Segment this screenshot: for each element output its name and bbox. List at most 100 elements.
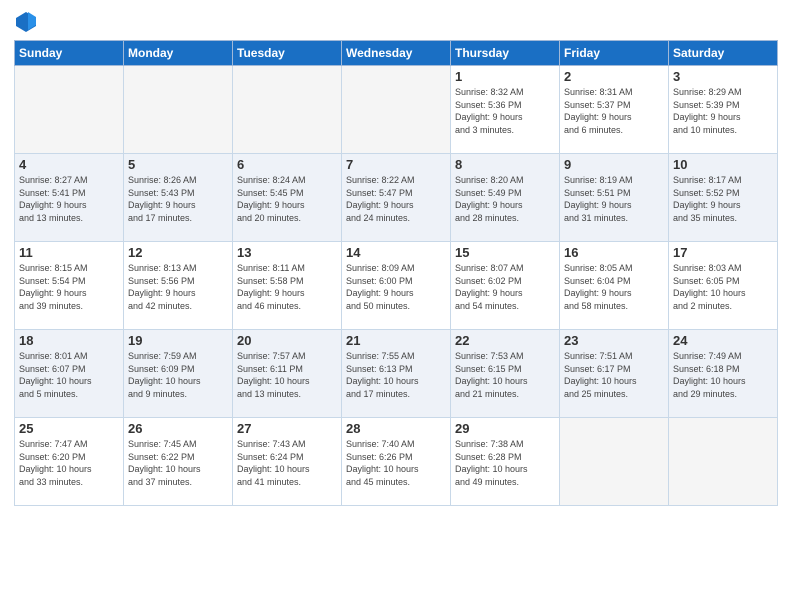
table-row: 14 Sunrise: 8:09 AM Sunset: 6:00 PM Dayli… <box>342 242 451 330</box>
day-number: 1 <box>455 69 555 84</box>
day-info: Sunrise: 7:45 AM Sunset: 6:22 PM Dayligh… <box>128 438 228 488</box>
table-row <box>342 66 451 154</box>
day-number: 6 <box>237 157 337 172</box>
table-row: 19Sunrise: 7:59 AM Sunset: 6:09 PM Dayli… <box>124 330 233 418</box>
day-info: Sunrise: 8:13 AM Sunset: 5:56 PM Dayligh… <box>128 262 228 312</box>
day-info: Sunrise: 8:29 AM Sunset: 5:39 PM Dayligh… <box>673 86 773 136</box>
day-info: Sunrise: 7:57 AM Sunset: 6:11 PM Dayligh… <box>237 350 337 400</box>
calendar-week-row: 18 Sunrise: 8:01 AM Sunset: 6:07 PM Dayli… <box>15 330 778 418</box>
day-number: 18 <box>19 333 119 348</box>
day-number: 29 <box>455 421 555 436</box>
day-number: 12 <box>128 245 228 260</box>
col-tuesday: Tuesday <box>233 41 342 66</box>
day-number: 22 <box>455 333 555 348</box>
day-number: 7 <box>346 157 446 172</box>
table-row: 20Sunrise: 7:57 AM Sunset: 6:11 PM Dayli… <box>233 330 342 418</box>
table-row <box>560 418 669 506</box>
day-info: Sunrise: 7:38 AM Sunset: 6:28 PM Dayligh… <box>455 438 555 488</box>
day-number: 15 <box>455 245 555 260</box>
logo <box>14 10 42 34</box>
day-number: 24 <box>673 333 773 348</box>
table-row: 22 Sunrise: 7:53 AM Sunset: 6:15 PM Dayli… <box>451 330 560 418</box>
table-row: 3 Sunrise: 8:29 AM Sunset: 5:39 PM Daylig… <box>669 66 778 154</box>
table-row: 10 Sunrise: 8:17 AM Sunset: 5:52 PM Dayli… <box>669 154 778 242</box>
day-info: Sunrise: 7:53 AM Sunset: 6:15 PM Dayligh… <box>455 350 555 400</box>
day-info: Sunrise: 7:47 AM Sunset: 6:20 PM Dayligh… <box>19 438 119 488</box>
table-row <box>669 418 778 506</box>
table-row: 25 Sunrise: 7:47 AM Sunset: 6:20 PM Dayli… <box>15 418 124 506</box>
day-info: Sunrise: 8:01 AM Sunset: 6:07 PM Dayligh… <box>19 350 119 400</box>
calendar-page: Sunday Monday Tuesday Wednesday Thursday… <box>0 0 792 612</box>
table-row: 21 Sunrise: 7:55 AM Sunset: 6:13 PM Dayli… <box>342 330 451 418</box>
table-row: 24 Sunrise: 7:49 AM Sunset: 6:18 PM Dayli… <box>669 330 778 418</box>
table-row: 11 Sunrise: 8:15 AM Sunset: 5:54 PM Dayli… <box>15 242 124 330</box>
table-row: 28Sunrise: 7:40 AM Sunset: 6:26 PM Dayli… <box>342 418 451 506</box>
table-row: 18 Sunrise: 8:01 AM Sunset: 6:07 PM Dayli… <box>15 330 124 418</box>
day-info: Sunrise: 8:15 AM Sunset: 5:54 PM Dayligh… <box>19 262 119 312</box>
col-thursday: Thursday <box>451 41 560 66</box>
day-info: Sunrise: 8:31 AM Sunset: 5:37 PM Dayligh… <box>564 86 664 136</box>
day-info: Sunrise: 7:49 AM Sunset: 6:18 PM Dayligh… <box>673 350 773 400</box>
day-info: Sunrise: 8:24 AM Sunset: 5:45 PM Dayligh… <box>237 174 337 224</box>
table-row: 29 Sunrise: 7:38 AM Sunset: 6:28 PM Dayli… <box>451 418 560 506</box>
table-row: 26 Sunrise: 7:45 AM Sunset: 6:22 PM Dayli… <box>124 418 233 506</box>
table-row: 4 Sunrise: 8:27 AM Sunset: 5:41 PM Daylig… <box>15 154 124 242</box>
col-saturday: Saturday <box>669 41 778 66</box>
table-row: 16 Sunrise: 8:05 AM Sunset: 6:04 PM Dayli… <box>560 242 669 330</box>
day-number: 25 <box>19 421 119 436</box>
day-info: Sunrise: 8:32 AM Sunset: 5:36 PM Dayligh… <box>455 86 555 136</box>
day-info: Sunrise: 8:05 AM Sunset: 6:04 PM Dayligh… <box>564 262 664 312</box>
day-info: Sunrise: 8:07 AM Sunset: 6:02 PM Dayligh… <box>455 262 555 312</box>
day-number: 27 <box>237 421 337 436</box>
day-info: Sunrise: 8:26 AM Sunset: 5:43 PM Dayligh… <box>128 174 228 224</box>
day-number: 13 <box>237 245 337 260</box>
table-row: 1 Sunrise: 8:32 AM Sunset: 5:36 PM Daylig… <box>451 66 560 154</box>
day-info: Sunrise: 8:17 AM Sunset: 5:52 PM Dayligh… <box>673 174 773 224</box>
calendar-week-row: 11 Sunrise: 8:15 AM Sunset: 5:54 PM Dayli… <box>15 242 778 330</box>
calendar-week-row: 1 Sunrise: 8:32 AM Sunset: 5:36 PM Daylig… <box>15 66 778 154</box>
day-number: 9 <box>564 157 664 172</box>
day-number: 5 <box>128 157 228 172</box>
calendar-week-row: 4 Sunrise: 8:27 AM Sunset: 5:41 PM Daylig… <box>15 154 778 242</box>
day-number: 21 <box>346 333 446 348</box>
calendar-table: Sunday Monday Tuesday Wednesday Thursday… <box>14 40 778 506</box>
table-row: 12 Sunrise: 8:13 AM Sunset: 5:56 PM Dayli… <box>124 242 233 330</box>
day-info: Sunrise: 7:51 AM Sunset: 6:17 PM Dayligh… <box>564 350 664 400</box>
table-row <box>233 66 342 154</box>
day-info: Sunrise: 8:27 AM Sunset: 5:41 PM Dayligh… <box>19 174 119 224</box>
col-friday: Friday <box>560 41 669 66</box>
day-number: 19 <box>128 333 228 348</box>
calendar-header-row: Sunday Monday Tuesday Wednesday Thursday… <box>15 41 778 66</box>
day-info: Sunrise: 8:20 AM Sunset: 5:49 PM Dayligh… <box>455 174 555 224</box>
day-number: 23 <box>564 333 664 348</box>
calendar-week-row: 25 Sunrise: 7:47 AM Sunset: 6:20 PM Dayli… <box>15 418 778 506</box>
table-row: 9Sunrise: 8:19 AM Sunset: 5:51 PM Daylig… <box>560 154 669 242</box>
col-wednesday: Wednesday <box>342 41 451 66</box>
day-number: 28 <box>346 421 446 436</box>
day-number: 26 <box>128 421 228 436</box>
table-row <box>15 66 124 154</box>
day-info: Sunrise: 8:22 AM Sunset: 5:47 PM Dayligh… <box>346 174 446 224</box>
day-number: 16 <box>564 245 664 260</box>
day-info: Sunrise: 7:43 AM Sunset: 6:24 PM Dayligh… <box>237 438 337 488</box>
table-row: 23 Sunrise: 7:51 AM Sunset: 6:17 PM Dayli… <box>560 330 669 418</box>
header <box>14 10 778 34</box>
day-number: 3 <box>673 69 773 84</box>
day-number: 17 <box>673 245 773 260</box>
table-row: 8 Sunrise: 8:20 AM Sunset: 5:49 PM Daylig… <box>451 154 560 242</box>
day-number: 2 <box>564 69 664 84</box>
col-sunday: Sunday <box>15 41 124 66</box>
day-info: Sunrise: 8:03 AM Sunset: 6:05 PM Dayligh… <box>673 262 773 312</box>
day-number: 10 <box>673 157 773 172</box>
day-info: Sunrise: 8:09 AM Sunset: 6:00 PM Dayligh… <box>346 262 446 312</box>
table-row: 2 Sunrise: 8:31 AM Sunset: 5:37 PM Daylig… <box>560 66 669 154</box>
table-row: 5 Sunrise: 8:26 AM Sunset: 5:43 PM Daylig… <box>124 154 233 242</box>
day-number: 4 <box>19 157 119 172</box>
day-number: 11 <box>19 245 119 260</box>
day-number: 8 <box>455 157 555 172</box>
col-monday: Monday <box>124 41 233 66</box>
day-number: 14 <box>346 245 446 260</box>
table-row: 6 Sunrise: 8:24 AM Sunset: 5:45 PM Daylig… <box>233 154 342 242</box>
logo-icon <box>14 10 38 34</box>
day-info: Sunrise: 7:55 AM Sunset: 6:13 PM Dayligh… <box>346 350 446 400</box>
